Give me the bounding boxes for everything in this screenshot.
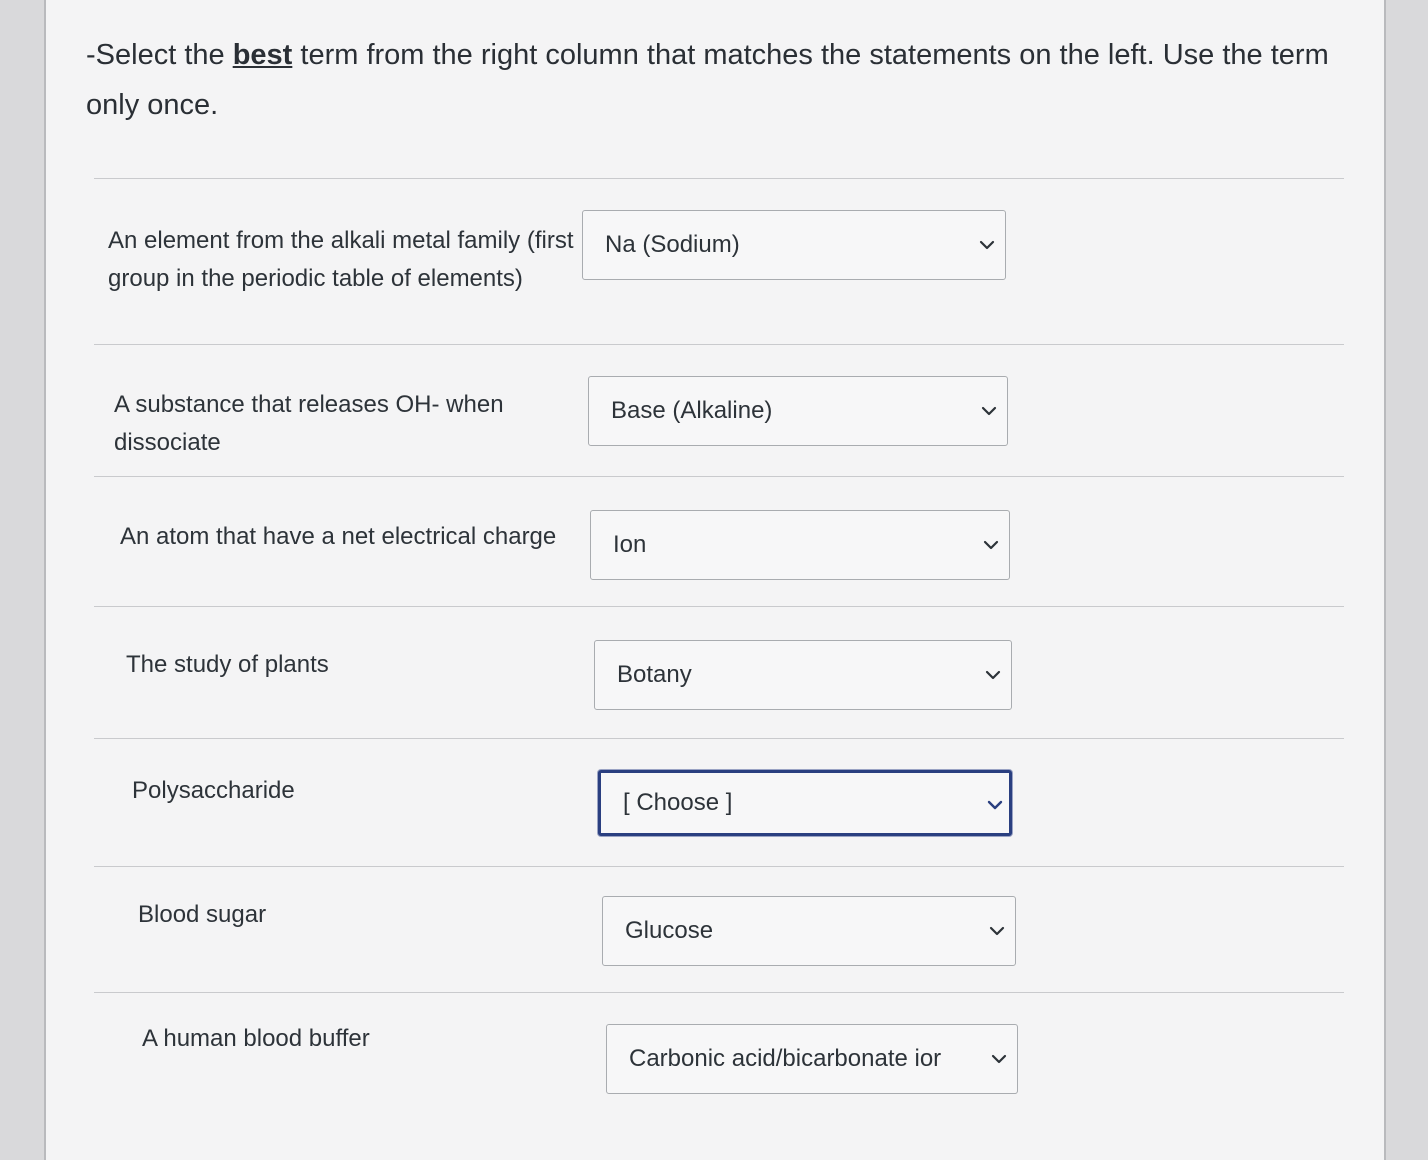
chevron-down-icon [979,240,995,250]
divider [94,992,1344,993]
divider [94,606,1344,607]
select-value: Glucose [625,917,714,944]
select-value: [ Choose ] [623,789,733,816]
statement-6: Blood sugar [138,901,267,928]
answer-select-6[interactable]: Glucose [602,896,1016,966]
divider [94,178,1344,179]
chevron-down-icon [991,1054,1007,1064]
statement-5: Polysaccharide [132,777,295,804]
chevron-down-icon [989,926,1005,936]
question-prompt: -Select the best term from the right col… [86,30,1346,130]
answer-select-2[interactable]: Base (Alkaline) [588,376,1008,446]
quiz-question-card: -Select the best term from the right col… [44,0,1386,1160]
chevron-down-icon [985,670,1001,680]
prompt-emphasis: best [232,39,293,71]
divider [94,344,1344,345]
answer-select-1[interactable]: Na (Sodium) [582,210,1006,280]
statement-3: An atom that have a net electrical charg… [120,523,557,550]
select-value: Ion [613,531,647,558]
select-value: Carbonic acid/bicarbonate ior [629,1045,942,1072]
chevron-down-icon [983,540,999,550]
prompt-prefix: -Select the [86,39,233,71]
select-value: Botany [617,661,692,688]
divider [94,866,1344,867]
divider [94,738,1344,739]
statement-1: An element from the alkali metal family … [108,227,574,292]
statement-2: A substance that releases OH- when disso… [114,391,504,456]
answer-select-4[interactable]: Botany [594,640,1012,710]
select-value: Na (Sodium) [605,231,740,258]
chevron-down-icon [987,800,1003,810]
answer-select-5[interactable]: [ Choose ] [598,770,1012,836]
divider [94,476,1344,477]
chevron-down-icon [981,406,997,416]
select-value: Base (Alkaline) [611,397,773,424]
statement-4: The study of plants [126,651,329,678]
answer-select-7[interactable]: Carbonic acid/bicarbonate ior [606,1024,1018,1094]
answer-select-3[interactable]: Ion [590,510,1010,580]
statement-7: A human blood buffer [142,1025,370,1052]
